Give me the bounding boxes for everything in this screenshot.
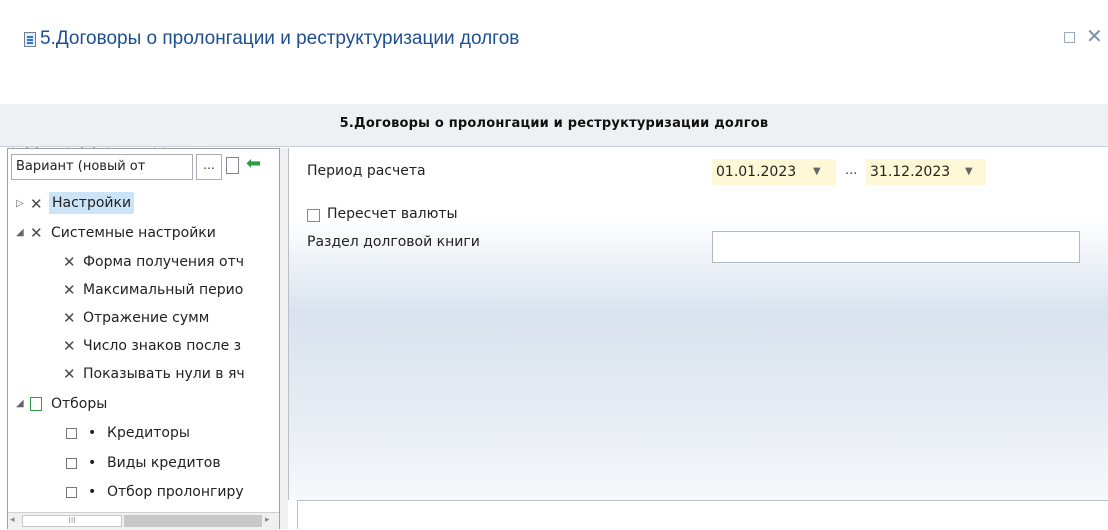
tree-leaf-label: Отражение сумм [83, 310, 210, 326]
date-to-field[interactable]: 31.12.2023 ▼ [866, 159, 986, 185]
report-icon [24, 32, 36, 47]
scroll-track[interactable] [124, 515, 262, 527]
debt-book-label: Раздел долговой книги [307, 234, 480, 250]
filter-checkbox[interactable] [66, 457, 77, 469]
bullet-icon: • [88, 425, 97, 441]
tree-leaf[interactable]: ✕ Максимальный перио [63, 278, 243, 302]
filter-icon [30, 397, 42, 411]
collapse-icon[interactable]: ◢ [16, 221, 24, 245]
restore-variant-icon[interactable]: ⬅ [246, 155, 261, 173]
tree-leaf[interactable]: ✕ Показывать нули в яч [63, 362, 245, 386]
maximize-icon[interactable]: □ [1063, 30, 1077, 44]
tree-leaf-label: Форма получения отч [83, 254, 245, 270]
date-from-value: 01.01.2023 [716, 164, 797, 180]
scroll-right-icon[interactable]: ▸ [265, 515, 270, 525]
filter-item[interactable]: • Кредиторы [66, 421, 190, 445]
panel-splitter[interactable] [280, 148, 288, 529]
tools-icon: ✕ [63, 337, 76, 355]
currency-recalc-label: Пересчет валюты [327, 206, 458, 222]
filter-checkbox[interactable] [66, 486, 77, 498]
variant-browse-button[interactable]: ... [196, 154, 222, 180]
tools-icon: ✕ [63, 365, 76, 383]
results-area [297, 500, 1108, 529]
chevron-down-icon[interactable]: ▼ [965, 159, 973, 185]
bullet-icon: • [88, 484, 97, 500]
parameters-panel [288, 148, 1108, 500]
filter-item-label: Кредиторы [107, 425, 190, 441]
bullet-icon: • [88, 455, 97, 471]
filter-item[interactable]: • Отбор пролонгиру [66, 480, 244, 504]
tools-icon: ✕ [63, 309, 76, 327]
report-title: 5.Договоры о пролонгации и реструктуриза… [339, 116, 769, 131]
close-icon[interactable]: ✕ [1086, 26, 1104, 46]
tree-node-label: Системные настройки [51, 225, 216, 241]
window-title: 5.Договоры о пролонгации и реструктуриза… [40, 28, 520, 49]
range-separator: ... [845, 163, 858, 178]
expand-icon[interactable]: ▷ [16, 192, 24, 216]
report-header: 5.Договоры о пролонгации и реструктуриза… [0, 104, 1108, 147]
currency-recalc-checkbox[interactable] [307, 209, 320, 222]
horizontal-scrollbar[interactable]: ◂ III ▸ [8, 512, 279, 530]
scroll-left-icon[interactable]: ◂ [10, 515, 15, 525]
filter-item-label: Виды кредитов [107, 455, 221, 471]
chevron-down-icon[interactable]: ▼ [813, 159, 821, 185]
report-window: 5.Договоры о пролонгации и реструктуриза… [0, 0, 1108, 530]
tree-leaf[interactable]: ✕ Форма получения отч [63, 250, 244, 274]
toolbar: ▾ ▾ [0, 68, 1108, 166]
tree-node-label: Отборы [51, 396, 108, 412]
tree-node-label: Настройки [49, 192, 135, 214]
title-bar: 5.Договоры о пролонгации и реструктуриза… [0, 0, 1108, 68]
tools-icon: ✕ [63, 281, 76, 299]
tree-leaf[interactable]: ✕ Число знаков после з [63, 334, 241, 358]
collapse-icon[interactable]: ◢ [16, 392, 24, 416]
new-variant-icon[interactable] [226, 157, 239, 174]
filter-item[interactable]: • Виды кредитов [66, 451, 221, 475]
tools-icon: ✕ [63, 253, 76, 271]
tree-leaf-label: Показывать нули в яч [83, 366, 245, 382]
filter-item-label: Отбор пролонгиру [107, 484, 244, 500]
date-to-value: 31.12.2023 [870, 164, 951, 180]
tree-leaf-label: Максимальный перио [83, 282, 244, 298]
scroll-thumb[interactable]: III [22, 515, 122, 527]
date-from-field[interactable]: 01.01.2023 ▼ [712, 159, 836, 185]
tools-icon: ✕ [30, 195, 43, 213]
tree-leaf[interactable]: ✕ Отражение сумм [63, 306, 209, 330]
tree-leaf-label: Число знаков после з [83, 338, 242, 354]
variant-select[interactable]: Вариант (новый от [11, 154, 193, 180]
period-label: Период расчета [307, 163, 426, 179]
tools-icon: ✕ [30, 224, 43, 242]
debt-book-input[interactable] [712, 231, 1080, 263]
filter-checkbox[interactable] [66, 427, 77, 439]
